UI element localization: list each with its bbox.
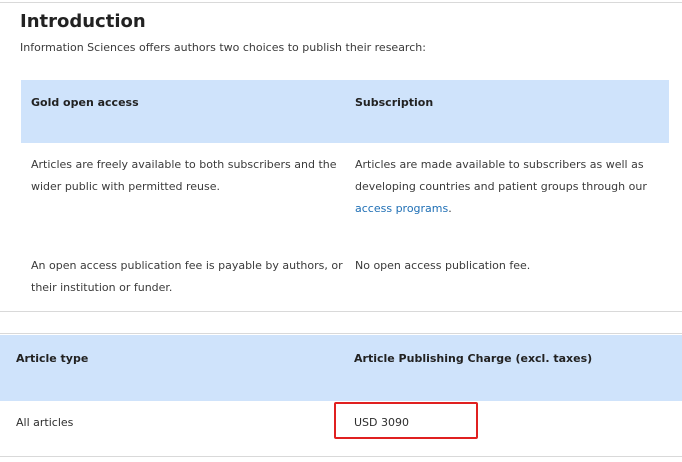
subscription-fee-text: No open access publication fee. <box>355 259 531 272</box>
section-title: Introduction <box>20 11 146 32</box>
gold-access-text: Articles are freely available to both su… <box>31 158 337 193</box>
intro-text: Information Sciences offers authors two … <box>20 41 426 54</box>
header-article-type: Article type <box>16 352 89 365</box>
divider <box>0 456 682 457</box>
subscription-text-end: . <box>448 202 452 215</box>
apc-table-header: Article type Article Publishing Charge (… <box>0 335 682 401</box>
publishing-options-table: Gold open access Subscription Articles a… <box>21 80 669 299</box>
subscription-text: Articles are made available to subscribe… <box>355 158 647 193</box>
divider <box>0 333 682 334</box>
header-gold-open-access: Gold open access <box>31 96 139 109</box>
divider <box>0 311 682 312</box>
table-row: An open access publication fee is payabl… <box>21 255 669 299</box>
header-article-publishing-charge: Article Publishing Charge (excl. taxes) <box>354 352 593 365</box>
header-subscription: Subscription <box>355 96 434 109</box>
highlight-annotation <box>334 402 478 439</box>
access-programs-link[interactable]: access programs <box>355 202 448 215</box>
publishing-options-header: Gold open access Subscription <box>21 80 669 143</box>
gold-access-fee-text: An open access publication fee is payabl… <box>31 259 343 294</box>
top-divider <box>0 2 682 3</box>
article-type-cell: All articles <box>16 415 74 429</box>
gold-access-description: Articles are freely available to both su… <box>21 154 355 220</box>
subscription-description: Articles are made available to subscribe… <box>355 154 669 220</box>
table-row: Articles are freely available to both su… <box>21 154 669 220</box>
